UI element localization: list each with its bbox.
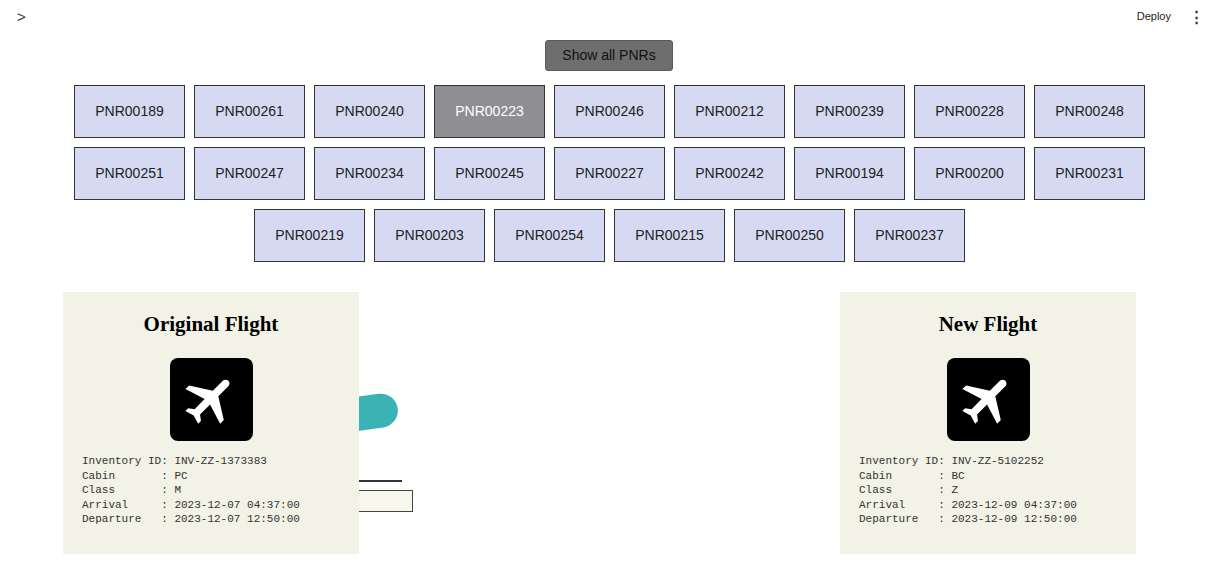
flight-card: Original Flight Inventory ID: INV-ZZ-1373…	[63, 292, 359, 554]
sidebar-toggle[interactable]: >	[13, 9, 30, 24]
show-all-row: Show all PNRs	[0, 40, 1218, 71]
pnr-button[interactable]: PNR00228	[914, 85, 1025, 138]
plane-icon-wrap	[63, 358, 359, 441]
flight-details: Inventory ID: INV-ZZ-5102252Cabin : BCCl…	[840, 454, 1136, 527]
pnr-button[interactable]: PNR00239	[794, 85, 905, 138]
pnr-grid: PNR00189PNR00261PNR00240PNR00223PNR00246…	[69, 85, 1149, 262]
pnr-button[interactable]: PNR00215	[614, 209, 725, 262]
flights-row: Original Flight Inventory ID: INV-ZZ-1373…	[0, 292, 1218, 554]
flight-detail-line: Cabin : BC	[859, 469, 1136, 484]
pnr-button[interactable]: PNR00227	[554, 147, 665, 200]
flight-detail-line: Class : M	[82, 483, 359, 498]
pnr-button[interactable]: PNR00231	[1034, 147, 1145, 200]
main-menu[interactable]: ⋮	[1187, 9, 1206, 24]
pnr-button[interactable]: PNR00240	[314, 85, 425, 138]
flight-detail-line: Arrival : 2023-12-09 04:37:00	[859, 498, 1136, 513]
pnr-button[interactable]: PNR00189	[74, 85, 185, 138]
show-all-button[interactable]: Show all PNRs	[545, 40, 672, 71]
flight-detail-line: Class : Z	[859, 483, 1136, 498]
pnr-button[interactable]: PNR00242	[674, 147, 785, 200]
flight-detail-line: Arrival : 2023-12-07 04:37:00	[82, 498, 359, 513]
pnr-button[interactable]: PNR00219	[254, 209, 365, 262]
pnr-button[interactable]: PNR00248	[1034, 85, 1145, 138]
flight-title: Original Flight	[63, 312, 359, 336]
flight-detail-line: Departure : 2023-12-07 12:50:00	[82, 512, 359, 527]
pnr-button[interactable]: PNR00251	[74, 147, 185, 200]
pnr-button[interactable]: PNR00254	[494, 209, 605, 262]
plane-icon-wrap	[840, 358, 1136, 441]
top-bar: > Deploy ⋮	[0, 0, 1218, 33]
pnr-button[interactable]: PNR00250	[734, 209, 845, 262]
airplane-icon	[947, 358, 1030, 441]
flight-card: New Flight Inventory ID: INV-ZZ-5102252Ca…	[840, 292, 1136, 554]
flight-detail-line: Inventory ID: INV-ZZ-5102252	[859, 454, 1136, 469]
pnr-button[interactable]: PNR00261	[194, 85, 305, 138]
pnr-button[interactable]: PNR00194	[794, 147, 905, 200]
pnr-button[interactable]: PNR00200	[914, 147, 1025, 200]
pnr-button[interactable]: PNR00203	[374, 209, 485, 262]
airplane-icon	[170, 358, 253, 441]
pnr-button[interactable]: PNR00237	[854, 209, 965, 262]
pnr-button[interactable]: PNR00247	[194, 147, 305, 200]
pnr-button[interactable]: PNR00223	[434, 85, 545, 138]
top-actions: Deploy ⋮	[1137, 8, 1206, 25]
pnr-button[interactable]: PNR00245	[434, 147, 545, 200]
flight-detail-line: Departure : 2023-12-09 12:50:00	[859, 512, 1136, 527]
pnr-button[interactable]: PNR00212	[674, 85, 785, 138]
flight-details: Inventory ID: INV-ZZ-1373383Cabin : PCCl…	[63, 454, 359, 527]
pnr-button[interactable]: PNR00234	[314, 147, 425, 200]
flight-detail-line: Inventory ID: INV-ZZ-1373383	[82, 454, 359, 469]
flight-title: New Flight	[840, 312, 1136, 336]
flight-detail-line: Cabin : PC	[82, 469, 359, 484]
pnr-button[interactable]: PNR00246	[554, 85, 665, 138]
deploy-button[interactable]: Deploy	[1137, 8, 1171, 25]
